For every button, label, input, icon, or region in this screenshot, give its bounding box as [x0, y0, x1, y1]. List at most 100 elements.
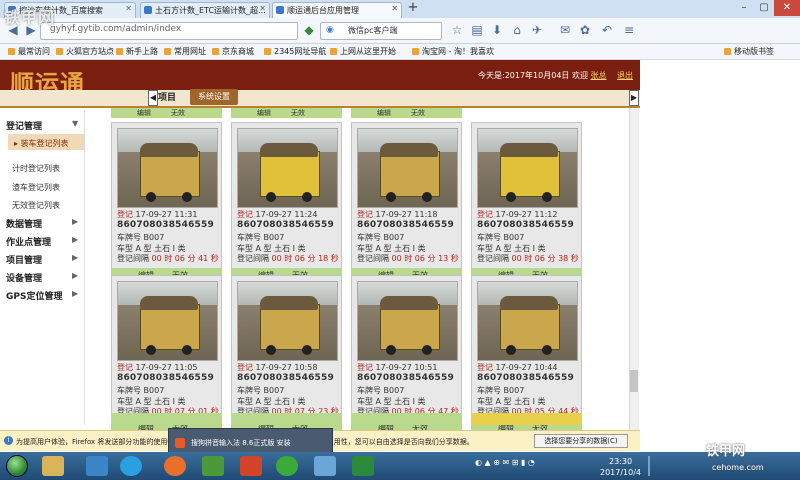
registration-time: 17-09-27 10:58	[255, 363, 318, 372]
sidebar-group[interactable]: 数据管理 ▶	[6, 217, 78, 230]
browser-tab-active[interactable]: 顺运通后台应用管理 ✕	[272, 2, 402, 18]
edit-button[interactable]: 编辑	[137, 108, 151, 118]
interval-label: 登记间隔	[237, 254, 269, 263]
sidebar	[0, 110, 85, 425]
edit-button[interactable]: 编辑	[377, 108, 391, 118]
show-desktop-button[interactable]	[648, 456, 650, 476]
truck-photo[interactable]	[237, 281, 338, 361]
clock[interactable]: 23:30 2017/10/4	[600, 456, 641, 478]
ime-popup-text: 搜狗拼音输入法 8.6正式版 安装	[191, 439, 291, 447]
status-label: 登记	[357, 210, 373, 219]
close-tab-icon[interactable]: ✕	[125, 4, 132, 13]
chevron-right-icon: ▶	[72, 253, 79, 262]
truck-photo[interactable]	[117, 281, 218, 361]
tab-system-settings[interactable]: 系统设置	[190, 89, 238, 105]
mobile-bookmarks[interactable]: 移动版书签	[724, 46, 774, 57]
folder-icon[interactable]	[42, 456, 64, 476]
app-2144-icon[interactable]	[202, 456, 224, 476]
shield-icon[interactable]: ◆	[300, 22, 318, 40]
truck-photo[interactable]	[357, 128, 458, 208]
sogou-input-icon[interactable]	[240, 456, 262, 476]
extension-icon[interactable]: ✿	[576, 22, 594, 40]
page-margin	[640, 60, 800, 430]
user-link[interactable]: 张总	[591, 71, 607, 80]
library-icon[interactable]: ▤	[468, 22, 486, 40]
device-id: 860708038546559	[237, 220, 334, 230]
firefox-icon[interactable]	[164, 456, 186, 476]
sidebar-item-label: 装车登记列表	[20, 139, 69, 148]
status-label: 登记	[117, 363, 133, 372]
logout-link[interactable]: 退出	[617, 71, 633, 80]
sidebar-item-active[interactable]: ▸ 装车登记列表	[14, 138, 69, 149]
registration-time: 17-09-27 11:05	[135, 363, 198, 372]
truck-photo[interactable]	[477, 128, 578, 208]
tools-icon[interactable]	[314, 456, 336, 476]
registration-time: 17-09-27 10:51	[375, 363, 438, 372]
interval-value: 00 时 06 分 13 秒	[391, 254, 459, 263]
maximize-button[interactable]: ▢	[754, 0, 774, 16]
registration-time: 17-09-27 11:24	[255, 210, 318, 219]
scrollbar-thumb[interactable]	[630, 370, 638, 392]
sidebar-group[interactable]: GPS定位管理 ▶	[6, 289, 78, 302]
sync-icon[interactable]: ✈	[528, 22, 546, 40]
bookmark-item[interactable]: 淘宝网 - 淘！我喜欢	[412, 46, 494, 57]
undo-icon[interactable]: ↶	[598, 22, 616, 40]
minimize-button[interactable]: –	[734, 0, 754, 16]
status-label: 登记	[117, 210, 133, 219]
truck-photo[interactable]	[117, 128, 218, 208]
card-strip-partial	[351, 413, 462, 425]
wechat-icon[interactable]	[276, 456, 298, 476]
invalid-button[interactable]: 无效	[171, 108, 185, 118]
chevron-right-icon: ▶	[72, 289, 79, 298]
sidebar-item[interactable]: 计时登记列表	[12, 163, 60, 174]
sidebar-group[interactable]: 登记管理 ▼	[6, 119, 78, 132]
bookmark-item[interactable]: 京东商城	[212, 46, 254, 57]
sidebar-item[interactable]: 渣车登记列表	[12, 182, 60, 193]
media-player-icon[interactable]	[86, 456, 108, 476]
scroll-left-button[interactable]: ◀	[148, 90, 158, 106]
scroll-right-button[interactable]: ▶	[629, 90, 639, 106]
invalid-button[interactable]: 无效	[411, 108, 425, 118]
sidebar-group[interactable]: 项目管理 ▶	[6, 253, 78, 266]
device-id: 860708038546559	[117, 220, 214, 230]
excel-icon[interactable]	[352, 456, 374, 476]
bookmark-item[interactable]: 2345网址导航	[264, 46, 326, 57]
sidebar-item[interactable]: 无效登记列表	[12, 200, 60, 211]
menu-icon[interactable]: ≡	[620, 22, 638, 40]
bookmark-item[interactable]: 新手上路	[116, 46, 158, 57]
new-tab-button[interactable]: +	[405, 1, 421, 16]
chat-icon[interactable]: ✉	[556, 22, 574, 40]
tab-label: 顺运通后台应用管理	[287, 6, 359, 15]
search-engine-icon[interactable]: ◉	[326, 25, 334, 35]
watermark-logo: 铁甲网	[4, 8, 56, 27]
bookmark-star-icon[interactable]: ☆	[448, 22, 466, 40]
tab-project[interactable]: 项目	[158, 90, 176, 103]
sogou-app-icon[interactable]	[120, 456, 142, 476]
start-button[interactable]	[6, 455, 28, 477]
bookmark-item[interactable]: 火狐官方站点	[56, 46, 114, 57]
edit-button[interactable]: 编辑	[257, 108, 271, 118]
truck-photo[interactable]	[357, 281, 458, 361]
plate-number: 车牌号 B007	[477, 386, 525, 395]
download-icon[interactable]: ⬇	[488, 22, 506, 40]
close-tab-icon[interactable]: ✕	[259, 4, 266, 13]
share-data-button[interactable]: 选择您要分享的数据(C)	[534, 434, 628, 448]
status-label: 登记	[357, 363, 373, 372]
bookmark-item[interactable]: 上网从这里开始	[330, 46, 396, 57]
interval-label: 登记间隔	[117, 254, 149, 263]
close-tab-icon[interactable]: ✕	[391, 4, 398, 13]
system-tray[interactable]: ◐ ▲ ⊕ ✉ ⊞ ▮ ◔	[475, 458, 535, 467]
bookmark-item[interactable]: 最常访问	[8, 46, 50, 57]
ime-install-popup[interactable]: 搜狗拼音输入法 8.6正式版 安装	[168, 428, 333, 454]
close-window-button[interactable]: ✕	[774, 0, 800, 16]
truck-photo[interactable]	[477, 281, 578, 361]
url-text: gyhyf.gytib.com/admin/index	[50, 24, 182, 34]
browser-tab[interactable]: 土石方计数_ETC运输计数_超... ✕	[140, 2, 270, 18]
truck-photo[interactable]	[237, 128, 338, 208]
bookmark-item[interactable]: 常用网址	[164, 46, 206, 57]
sidebar-group[interactable]: 作业点管理 ▶	[6, 235, 78, 248]
invalid-button[interactable]: 无效	[291, 108, 305, 118]
home-icon[interactable]: ⌂	[508, 22, 526, 40]
registration-time: 17-09-27 11:31	[135, 210, 198, 219]
sidebar-group[interactable]: 设备管理 ▶	[6, 271, 78, 284]
